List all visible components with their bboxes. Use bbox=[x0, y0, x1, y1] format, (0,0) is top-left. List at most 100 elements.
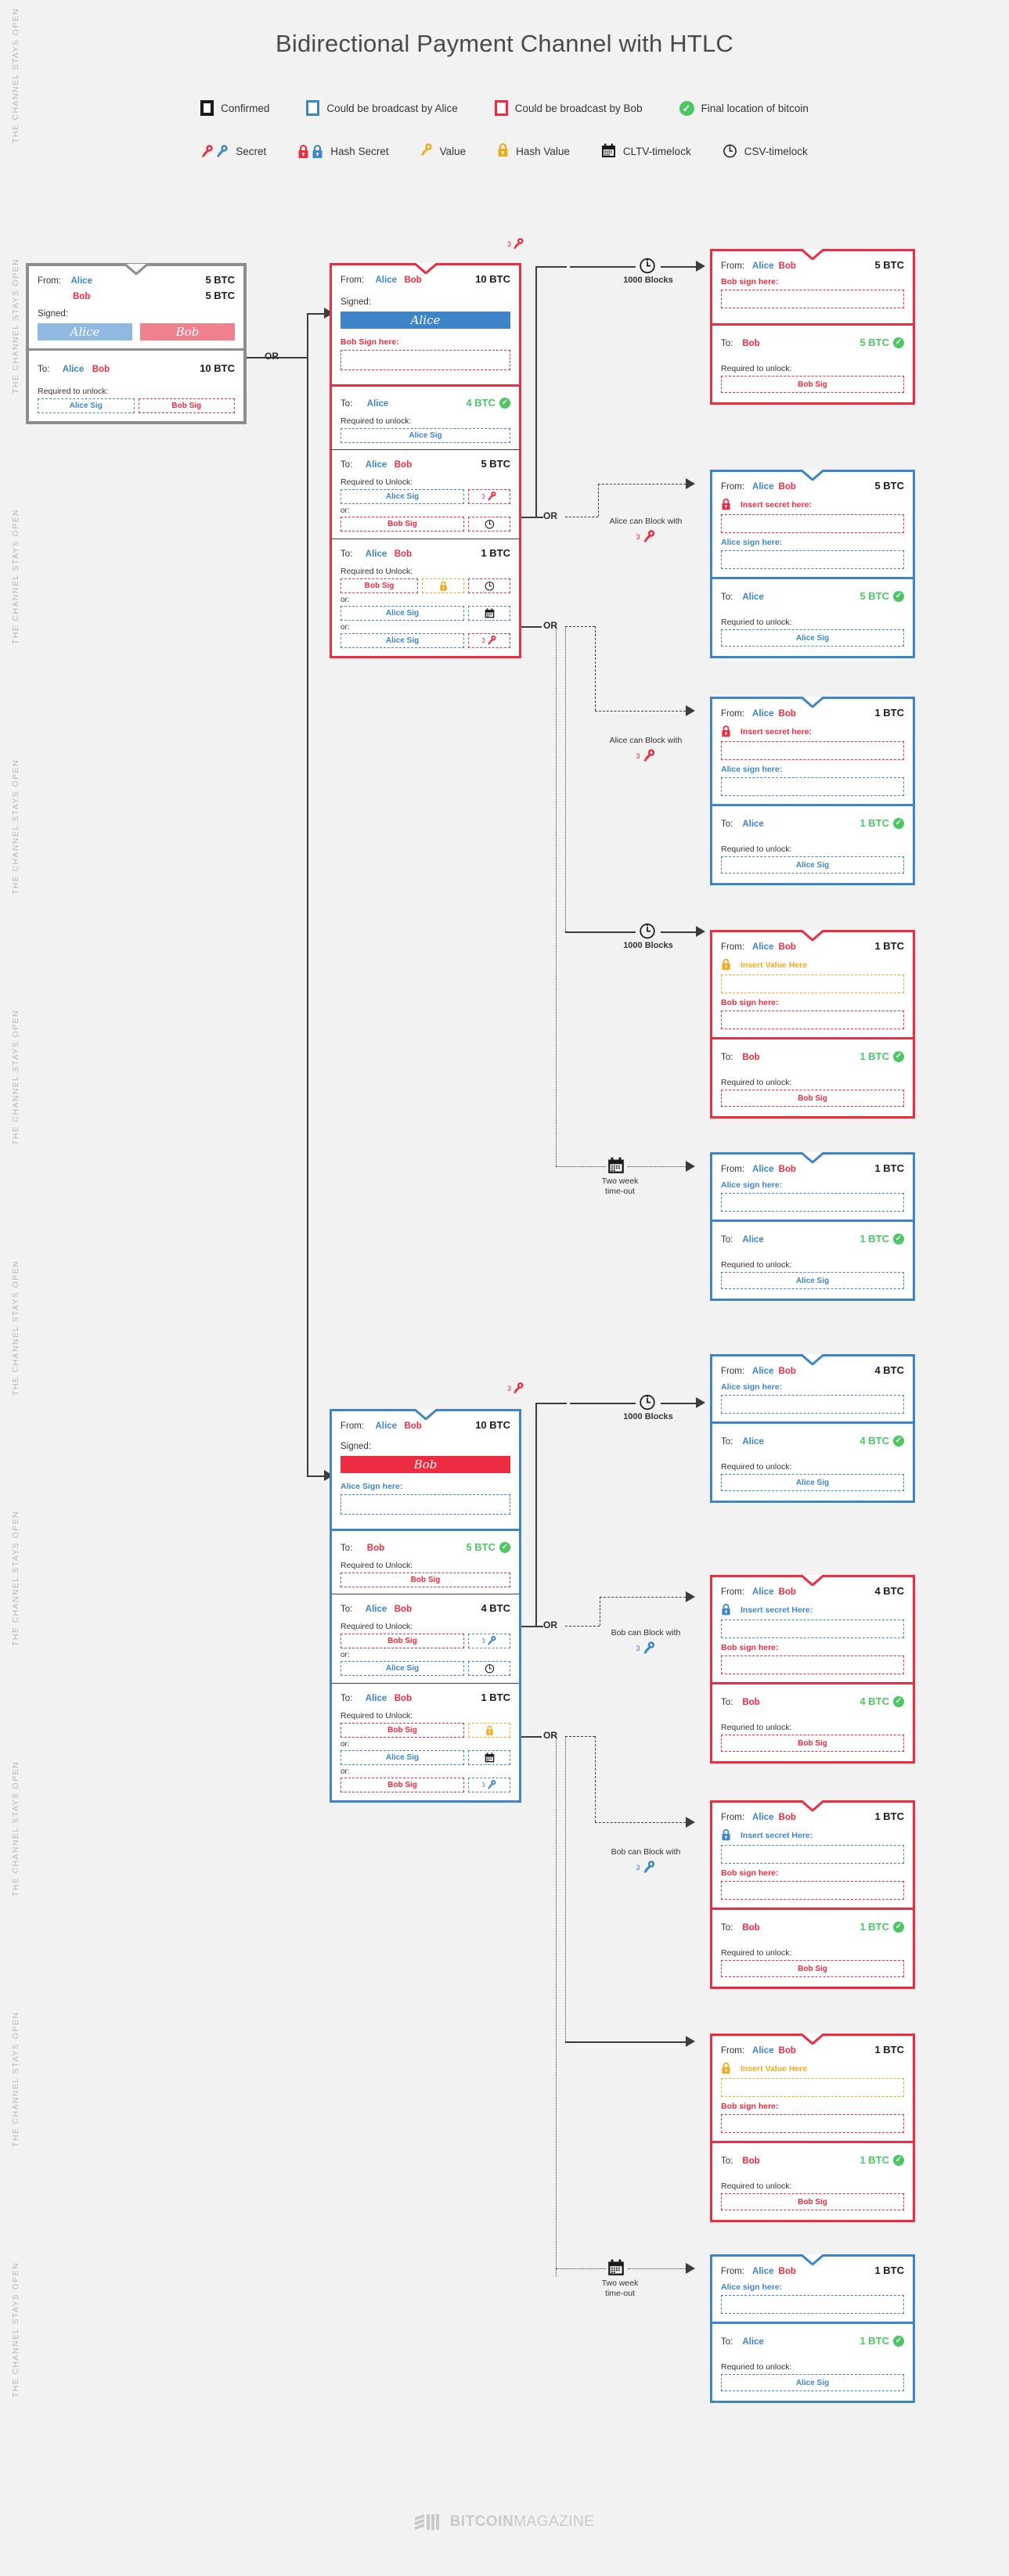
connector-line bbox=[307, 313, 308, 1475]
lock-icon bbox=[722, 1603, 730, 1616]
required-label: Requried to unlock: bbox=[721, 1723, 792, 1732]
prompt-row: Insert secret here: bbox=[721, 498, 904, 511]
prompt-input[interactable] bbox=[721, 550, 904, 569]
slot-alice-sig[interactable]: Alice Sig bbox=[341, 489, 464, 504]
slot-csv-timelock[interactable] bbox=[468, 578, 510, 593]
slot-bob-sig[interactable]: Bob Sig bbox=[341, 517, 464, 531]
signed-label: Signed: bbox=[38, 309, 69, 319]
required-label: Requried to unlock: bbox=[721, 2362, 792, 2372]
prompt-input[interactable] bbox=[721, 1655, 904, 1674]
prompt-input[interactable] bbox=[721, 1011, 904, 1029]
block-note: Alice can Block with 3 bbox=[579, 736, 712, 764]
prompt-input[interactable] bbox=[721, 2114, 904, 2133]
card-outputs: To: Bob 1 BTC ✓ Required to unlock: Bob Sig bbox=[712, 2143, 913, 2220]
slot-csv-timelock[interactable] bbox=[468, 1661, 510, 1676]
slot-csv-timelock[interactable] bbox=[468, 517, 510, 531]
slot-alice-sig[interactable]: Alice Sig bbox=[721, 629, 904, 647]
slot-secret-key[interactable]: 3 bbox=[468, 1634, 510, 1648]
prompt-input[interactable] bbox=[721, 975, 904, 993]
slot-alice-sig[interactable]: Alice Sig bbox=[341, 1750, 464, 1765]
prompt-input[interactable] bbox=[721, 1193, 904, 1212]
output-amount: 1 BTC bbox=[481, 547, 510, 559]
slot-bob-sig[interactable]: Bob Sig bbox=[721, 1735, 904, 1752]
slot-bob-sig[interactable]: Bob Sig bbox=[721, 376, 904, 393]
prompt-row: Alice sign here: bbox=[721, 2282, 904, 2292]
or-label: or: bbox=[341, 506, 350, 515]
prompt-input[interactable] bbox=[721, 741, 904, 760]
to-label: To: bbox=[721, 1053, 733, 1062]
slot-bob-sig[interactable]: Bob Sig bbox=[341, 1778, 464, 1792]
prompt-input[interactable] bbox=[721, 777, 904, 796]
check-circle-icon: ✓ bbox=[893, 1233, 904, 1245]
prompt-row: Bob sign here: bbox=[721, 1868, 904, 1878]
slot-bob-sig[interactable]: Bob Sig bbox=[341, 1573, 510, 1587]
slot-hash-value[interactable] bbox=[422, 578, 464, 593]
slot-cltv-timelock[interactable] bbox=[468, 606, 510, 621]
slot-bob-sig[interactable]: Bob Sig bbox=[721, 2193, 904, 2210]
to-label: To: bbox=[341, 399, 353, 409]
to-who: Bob bbox=[742, 339, 760, 348]
prompt-input[interactable] bbox=[721, 1881, 904, 1900]
slot-alice-sig[interactable]: Alice Sig bbox=[721, 856, 904, 874]
arrow-head bbox=[686, 1817, 695, 1828]
from-amount: 5 BTC bbox=[874, 480, 904, 492]
check-circle-icon: ✓ bbox=[893, 2154, 904, 2166]
prompt-input[interactable] bbox=[721, 514, 904, 533]
slot-secret-key[interactable]: 3 bbox=[468, 1778, 510, 1792]
prompt-input[interactable] bbox=[721, 2078, 904, 2097]
alice-square-icon bbox=[306, 100, 320, 116]
from-label: From: bbox=[721, 709, 745, 719]
slot-cltv-timelock[interactable] bbox=[468, 1750, 510, 1765]
alice-signature-input[interactable] bbox=[341, 1494, 510, 1515]
connector-line bbox=[521, 626, 542, 628]
connector-label: 1000 Blocks bbox=[623, 941, 673, 950]
unlock-row: Bob Sig bbox=[341, 517, 510, 531]
connector-dashed bbox=[565, 1626, 600, 1627]
prompt-input[interactable] bbox=[721, 1395, 904, 1414]
slot-bob-sig[interactable]: Bob Sig bbox=[721, 1090, 904, 1107]
to-label: To: bbox=[721, 593, 733, 602]
prompt-row: Alice sign here: bbox=[721, 1382, 904, 1392]
calendar-icon bbox=[485, 608, 494, 618]
to-who: Alice bbox=[742, 1235, 764, 1245]
slot-alice-sig[interactable]: Alice Sig bbox=[721, 2374, 904, 2391]
or-label: or: bbox=[341, 1740, 350, 1749]
gold-lock-icon bbox=[497, 142, 509, 160]
prompt-input[interactable] bbox=[721, 2295, 904, 2314]
slot-bob-sig[interactable]: Bob Sig bbox=[341, 1723, 464, 1738]
connector-label: Two week time-out bbox=[601, 2279, 639, 2299]
slot-secret-key[interactable]: 3 bbox=[468, 489, 510, 504]
prompt-label: Insert Value Here bbox=[741, 960, 808, 970]
slot-bob-sig[interactable]: Bob Sig bbox=[341, 1634, 464, 1648]
slot-alice-sig[interactable]: Alice Sig bbox=[721, 1474, 904, 1491]
bob-signature-input[interactable] bbox=[341, 350, 510, 370]
connector-line bbox=[570, 1403, 636, 1404]
slot-alice-sig[interactable]: Alice Sig bbox=[341, 606, 464, 621]
slot-alice-sig[interactable]: Alice Sig bbox=[38, 398, 135, 413]
lock-icon bbox=[722, 2062, 730, 2074]
side-text-channel-open: THE CHANNEL STAYS OPEN bbox=[11, 8, 20, 143]
to-label: To: bbox=[341, 1694, 353, 1703]
slot-bob-sig[interactable]: Bob Sig bbox=[721, 1960, 904, 1977]
from-amount: 10 BTC bbox=[475, 1419, 510, 1431]
slot-bob-sig[interactable]: Bob Sig bbox=[138, 398, 235, 413]
slot-alice-sig[interactable]: Alice Sig bbox=[341, 633, 464, 648]
key-count: 3 bbox=[636, 751, 640, 760]
connector-line bbox=[307, 1475, 324, 1477]
prompt-input[interactable] bbox=[721, 1845, 904, 1864]
from-bob: Bob bbox=[404, 276, 422, 285]
slot-hash-value[interactable] bbox=[468, 1723, 510, 1738]
prompt-input[interactable] bbox=[721, 1619, 904, 1638]
slot-alice-sig[interactable]: Alice Sig bbox=[341, 1661, 464, 1676]
prompt-input[interactable] bbox=[721, 290, 904, 308]
or-branch-label: OR bbox=[543, 1619, 557, 1630]
slot-alice-sig[interactable]: Alice Sig bbox=[341, 428, 510, 443]
calendar-icon bbox=[607, 2259, 625, 2280]
bob-sign-prompt: Bob Sign here: bbox=[341, 337, 399, 347]
slot-secret-key[interactable]: 3 bbox=[468, 633, 510, 648]
chevron-down-icon bbox=[413, 263, 438, 274]
slot-alice-sig[interactable]: Alice Sig bbox=[721, 1272, 904, 1289]
footer-branding: BITCOINMAGAZINE bbox=[0, 2513, 1009, 2531]
slot-bob-sig[interactable]: Bob Sig bbox=[341, 578, 418, 593]
right-transaction-card-r3: From: Alice Bob 1 BTC Insert secret here: Ali… bbox=[710, 697, 915, 885]
